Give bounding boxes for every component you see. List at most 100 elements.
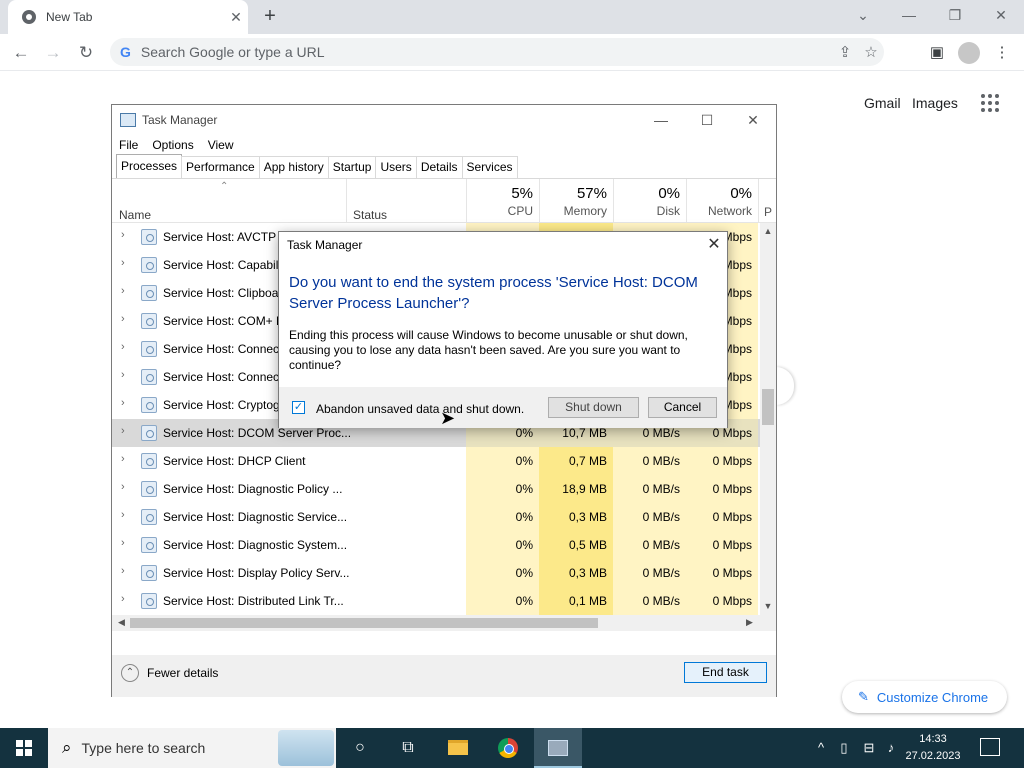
expand-chevron-icon[interactable]: ›: [121, 313, 125, 325]
tab-close-icon[interactable]: ✕: [224, 9, 248, 26]
expand-chevron-icon[interactable]: ›: [121, 425, 125, 437]
file-explorer-icon[interactable]: [434, 728, 482, 768]
table-row[interactable]: › Service Host: Diagnostic Policy ... 0% 18…: [112, 475, 760, 503]
chrome-taskbar-icon[interactable]: [484, 728, 532, 768]
network-cell: 0 Mbps: [686, 559, 758, 587]
profile-avatar-icon[interactable]: [958, 42, 980, 64]
close-window-icon[interactable]: ✕: [978, 0, 1024, 30]
task-manager-taskbar-icon[interactable]: [534, 728, 582, 768]
expand-chevron-icon[interactable]: ›: [121, 229, 125, 241]
tm-close-icon[interactable]: ✕: [730, 112, 776, 129]
tm-minimize-icon[interactable]: —: [638, 112, 684, 128]
task-view-icon[interactable]: ⧉: [384, 728, 432, 768]
expand-chevron-icon[interactable]: ›: [121, 453, 125, 465]
share-icon[interactable]: ⇪: [832, 43, 858, 61]
reload-icon[interactable]: ↻: [73, 40, 99, 66]
menu-kebab-icon[interactable]: ⋮: [989, 40, 1015, 66]
expand-chevron-icon[interactable]: ›: [121, 509, 125, 521]
end-task-button[interactable]: End task: [684, 662, 767, 683]
scroll-down-icon[interactable]: ▼: [760, 601, 776, 611]
horizontal-scrollbar[interactable]: ◀ ▶: [112, 615, 776, 631]
omnibox-placeholder[interactable]: Search Google or type a URL: [141, 44, 832, 60]
dialog-close-icon[interactable]: ✕: [703, 234, 725, 254]
bookmark-star-icon[interactable]: ☆: [858, 43, 884, 61]
cortana-icon[interactable]: ○: [336, 728, 384, 768]
notification-icon[interactable]: [980, 738, 1000, 756]
dialog-question: Do you want to end the system process 'S…: [289, 274, 698, 312]
memory-cell: 18,9 MB: [539, 475, 613, 503]
tab-details[interactable]: Details: [415, 156, 463, 178]
header-status[interactable]: Status: [353, 208, 387, 222]
table-row[interactable]: › Service Host: Distributed Link Tr... 0% 0…: [112, 587, 760, 615]
chevron-up-icon: ⌃: [121, 664, 139, 682]
taskbar-search-placeholder[interactable]: Type here to search: [82, 740, 278, 756]
table-row[interactable]: › Service Host: Display Policy Serv... 0% 0…: [112, 559, 760, 587]
header-memory[interactable]: 57% Memory: [539, 179, 613, 223]
new-tab-button[interactable]: +: [258, 4, 282, 28]
process-name: Service Host: Connect: [163, 370, 283, 384]
header-network[interactable]: 0% Network: [686, 179, 758, 223]
scroll-right-icon[interactable]: ▶: [746, 617, 753, 628]
forward-icon[interactable]: →: [40, 40, 66, 66]
table-row[interactable]: › Service Host: Diagnostic Service... 0% 0,…: [112, 503, 760, 531]
network-icon[interactable]: ⊟: [860, 728, 878, 768]
process-name: Service Host: Connect: [163, 342, 283, 356]
side-panel-icon[interactable]: ▣: [924, 40, 950, 66]
tab-app-history[interactable]: App history: [258, 156, 329, 178]
expand-chevron-icon[interactable]: ›: [121, 537, 125, 549]
vertical-scrollbar[interactable]: ▲ ▼: [760, 223, 776, 615]
google-apps-icon[interactable]: [981, 94, 999, 112]
fewer-details-button[interactable]: ⌃ Fewer details: [121, 664, 218, 682]
process-name: Service Host: Clipboar: [163, 286, 283, 300]
expand-chevron-icon[interactable]: ›: [121, 341, 125, 353]
expand-chevron-icon[interactable]: ›: [121, 565, 125, 577]
taskbar-search[interactable]: ⌕ Type here to search: [48, 728, 336, 768]
tab-services[interactable]: Services: [461, 156, 518, 178]
hscroll-thumb[interactable]: [130, 618, 598, 628]
header-cpu[interactable]: 5% CPU: [466, 179, 539, 223]
tab-performance[interactable]: Performance: [181, 156, 260, 178]
customize-chrome-button[interactable]: ✎ Customize Chrome: [842, 681, 1007, 713]
end-process-dialog: Task Manager ✕ Do you want to end the sy…: [278, 231, 728, 428]
tray-app-icon[interactable]: ▯: [836, 728, 852, 768]
tray-chevron-icon[interactable]: ^: [812, 728, 830, 768]
back-icon[interactable]: ←: [8, 40, 34, 66]
tm-maximize-icon[interactable]: ☐: [684, 112, 730, 129]
table-row[interactable]: › Service Host: DHCP Client 0% 0,7 MB 0 MB/s…: [112, 447, 760, 475]
shut-down-button[interactable]: Shut down: [548, 397, 639, 418]
tab-new-tab[interactable]: New Tab ✕: [8, 0, 248, 34]
images-link[interactable]: Images: [912, 95, 958, 111]
omnibox[interactable]: G Search Google or type a URL ⇪ ☆: [110, 38, 884, 66]
scroll-thumb[interactable]: [762, 389, 774, 425]
start-button[interactable]: [0, 728, 48, 768]
menu-file[interactable]: File: [119, 138, 138, 152]
header-disk[interactable]: 0% Disk: [613, 179, 686, 223]
header-power[interactable]: P: [758, 179, 776, 223]
expand-chevron-icon[interactable]: ›: [121, 397, 125, 409]
gmail-link[interactable]: Gmail: [864, 95, 901, 111]
process-name: Service Host: COM+ E: [163, 314, 285, 328]
minimize-icon[interactable]: —: [886, 0, 932, 30]
expand-chevron-icon[interactable]: ›: [121, 257, 125, 269]
table-row[interactable]: › Service Host: Diagnostic System... 0% 0,5…: [112, 531, 760, 559]
tab-processes[interactable]: Processes: [116, 154, 183, 178]
abandon-data-label[interactable]: Abandon unsaved data and shut down.: [316, 402, 524, 416]
header-name[interactable]: Name: [119, 208, 151, 222]
tab-search-icon[interactable]: ⌄: [840, 0, 886, 30]
expand-chevron-icon[interactable]: ›: [121, 481, 125, 493]
tab-users[interactable]: Users: [375, 156, 417, 178]
system-clock[interactable]: 14:33 27.02.2023: [898, 731, 968, 765]
tab-startup[interactable]: Startup: [327, 156, 377, 178]
cancel-button[interactable]: Cancel: [648, 397, 717, 418]
scroll-left-icon[interactable]: ◀: [118, 617, 125, 628]
shortcut-tile[interactable]: [776, 367, 794, 405]
expand-chevron-icon[interactable]: ›: [121, 285, 125, 297]
clock-date: 27.02.2023: [905, 750, 961, 762]
restore-icon[interactable]: ❐: [932, 0, 978, 30]
menu-view[interactable]: View: [208, 138, 234, 152]
expand-chevron-icon[interactable]: ›: [121, 593, 125, 605]
scroll-up-icon[interactable]: ▲: [760, 226, 776, 236]
expand-chevron-icon[interactable]: ›: [121, 369, 125, 381]
abandon-data-checkbox[interactable]: ✓: [292, 401, 305, 414]
menu-options[interactable]: Options: [152, 138, 193, 152]
